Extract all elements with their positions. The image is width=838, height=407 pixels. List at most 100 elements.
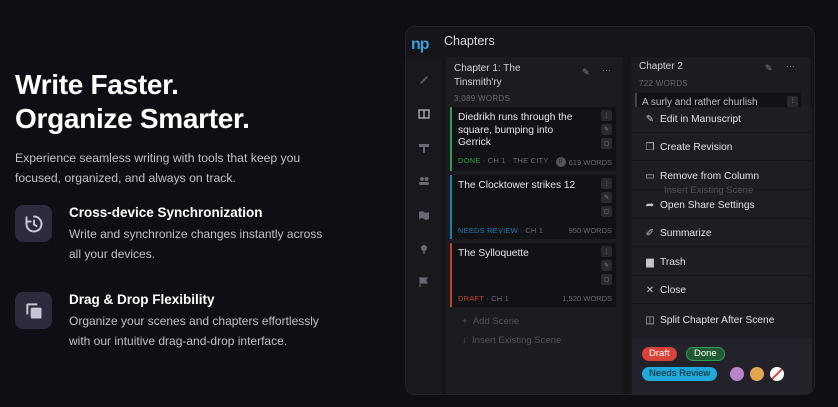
feature-desc-line1: Write and synchronize changes instantly …: [69, 227, 323, 241]
book-icon[interactable]: [418, 107, 430, 119]
feature-description: Organize your scenes and chapters effort…: [69, 311, 339, 351]
color-swatch-purple[interactable]: [730, 367, 744, 381]
copy-icon: ❐: [645, 142, 655, 153]
trash-icon: ▆: [646, 257, 654, 268]
context-menu: ✎ Edit in Manuscript ❐ Create Revision ▭ Re…: [632, 107, 812, 337]
feature-desc-line2: with our intuitive drag-and-drop interfa…: [69, 334, 288, 348]
quill-icon[interactable]: ✎: [601, 124, 612, 135]
scene-meta: DONE · CH 1 · THE CITY · 0: [458, 156, 566, 167]
scene-meta: NEEDS REVIEW · CH 1: [458, 226, 543, 235]
chapter-column[interactable]: Chapter 1: The Tinsmith'ry ✎ ··· 3,089 W…: [446, 57, 623, 394]
flag-icon[interactable]: [418, 275, 430, 287]
scene-word-count: 1,520 WORDS: [562, 294, 612, 303]
more-icon[interactable]: ⋮: [787, 96, 798, 107]
more-icon[interactable]: ···: [602, 65, 611, 75]
color-swatch-none[interactable]: [770, 367, 784, 381]
feature-sync: Cross-device Synchronization Write and s…: [15, 205, 339, 264]
more-icon[interactable]: ⋮: [601, 246, 612, 257]
menu-item-split[interactable]: ◫ Split Chapter After Scene: [632, 307, 812, 333]
scene-word-count: 950 WORDS: [568, 226, 612, 235]
more-icon[interactable]: ⋮: [601, 178, 612, 189]
menu-item-label: Edit in Manuscript: [660, 114, 741, 125]
scene-actions: ⋮ ✎ ▢: [601, 246, 612, 288]
scene-card[interactable]: The Clocktower strikes 12 ⋮ ✎ ▢ NEEDS RE…: [450, 175, 616, 239]
count-badge: 0: [555, 157, 566, 167]
map-icon[interactable]: [418, 208, 430, 220]
more-icon[interactable]: ···: [786, 61, 795, 71]
hero-title-line1: Write Faster.: [15, 69, 179, 100]
scene-actions: ⋮ ✎ ▢: [601, 178, 612, 220]
quill-icon[interactable]: ✎: [582, 67, 590, 78]
chapter-title: Chapter 2: [639, 61, 683, 72]
scene-actions: ⋮ ✎ ▢: [601, 110, 612, 152]
scene-location: · CH 1: [520, 226, 544, 235]
add-scene-label: Add Scene: [472, 316, 520, 327]
menu-item-summarize[interactable]: ✐ Summarize: [632, 221, 812, 247]
menu-item-share[interactable]: ➦ Open Share Settings: [632, 193, 812, 219]
note-icon[interactable]: ▢: [601, 138, 612, 149]
scene-title-line1: Diedrikh runs through the: [458, 112, 573, 123]
scene-title: The Sylloquette: [458, 248, 529, 259]
feature-description: Write and synchronize changes instantly …: [69, 224, 339, 264]
scene-card[interactable]: Diedrikh runs through the square, bumpin…: [450, 107, 616, 171]
hero: Write Faster. Organize Smarter. Experien…: [15, 68, 375, 188]
menu-item-label: Create Revision: [660, 142, 733, 153]
pin-icon[interactable]: [418, 242, 430, 254]
scene-word-count: 619 WORDS: [568, 158, 612, 167]
menu-item-label: Trash: [660, 257, 686, 268]
scene-card[interactable]: The Sylloquette ⋮ ✎ ▢ DRAFT · CH 1 1,520…: [450, 243, 616, 307]
quill-icon[interactable]: ✎: [765, 63, 773, 74]
insert-scene-label: Insert Existing Scene: [472, 335, 562, 346]
add-scene-button[interactable]: + Add Scene: [462, 316, 519, 327]
hero-subtitle-line1: Experience seamless writing with tools t…: [15, 151, 301, 165]
chapter-title: Chapter 1: The Tinsmith'ry: [454, 62, 574, 90]
feature-title: Drag & Drop Flexibility: [69, 292, 215, 307]
plus-icon: +: [462, 316, 468, 327]
quill-icon[interactable]: [418, 72, 430, 84]
scene-title-line2: square, bumping into: [458, 124, 554, 136]
menu-item-create-revision[interactable]: ❐ Create Revision: [632, 135, 812, 161]
scene-title: The Clocktower strikes 12: [458, 180, 576, 191]
menu-item-edit[interactable]: ✎ Edit in Manuscript: [632, 107, 812, 133]
menu-item-trash[interactable]: ▆ Trash: [632, 250, 812, 276]
chapter-title-line1: Chapter 1: The: [454, 63, 521, 74]
quill-icon[interactable]: ✎: [601, 260, 612, 271]
sidebar-rail: [406, 60, 442, 394]
more-icon[interactable]: ⋮: [601, 110, 612, 121]
chapter-title-line2: Tinsmith'ry: [454, 77, 502, 88]
chapter-word-count: 722 WORDS: [639, 79, 688, 88]
scene-location: · CH 1 · THE CITY ·: [482, 156, 554, 165]
status-label: NEEDS REVIEW: [458, 226, 518, 235]
slash-icon: [770, 367, 784, 381]
tag-needs-review[interactable]: Needs Review: [642, 367, 718, 381]
menu-item-label: Split Chapter After Scene: [660, 314, 775, 326]
copy-icon: [15, 292, 52, 329]
color-swatch-orange[interactable]: [750, 367, 764, 381]
signpost-icon[interactable]: [418, 141, 430, 153]
menu-item-label: Summarize: [660, 228, 712, 239]
scene-title: Diedrikh runs through the square, bumpin…: [458, 112, 588, 150]
scene-meta: DRAFT · CH 1: [458, 294, 509, 303]
archive-icon: ▭: [645, 171, 655, 182]
quill-icon[interactable]: ✎: [601, 192, 612, 203]
people-icon[interactable]: [418, 174, 430, 186]
tag-done[interactable]: Done: [686, 347, 725, 361]
app-window: np Chapters Chapter 1: The Tinsmith'ry ✎…: [405, 26, 815, 395]
quill-icon: ✎: [645, 114, 655, 125]
note-icon[interactable]: ▢: [601, 274, 612, 285]
menu-item-close[interactable]: ✕ Close: [632, 278, 812, 304]
insert-scene-button[interactable]: ↓ Insert Existing Scene: [462, 335, 561, 346]
menu-item-label: Remove from Column: [660, 171, 760, 182]
hero-title-line2: Organize Smarter.: [15, 103, 250, 134]
scene-location: · CH 1: [486, 294, 510, 303]
note-icon[interactable]: ▢: [601, 206, 612, 217]
status-tag-bar: Draft Done Needs Review: [632, 338, 812, 394]
tag-draft[interactable]: Draft: [642, 347, 677, 361]
scene-title-line3: Gerrick: [458, 137, 491, 148]
feature-desc-line2: all your devices.: [69, 247, 156, 261]
status-label: DONE: [458, 156, 481, 165]
status-label: DRAFT: [458, 294, 484, 303]
wand-icon: ✐: [645, 228, 655, 239]
feature-desc-line1: Organize your scenes and chapters effort…: [69, 314, 319, 328]
feature-drag-drop: Drag & Drop Flexibility Organize your sc…: [15, 292, 339, 351]
